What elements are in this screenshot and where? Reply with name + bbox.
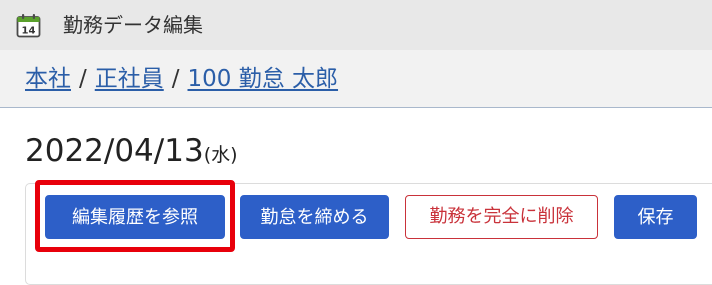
breadcrumb-item-employment-type[interactable]: 正社員 (95, 66, 164, 92)
record-date: 2022/04/13 (25, 133, 204, 169)
calendar-icon-day: 14 (22, 26, 36, 37)
save-button[interactable]: 保存 (614, 195, 697, 239)
calendar-icon: 14 (16, 14, 41, 38)
breadcrumb-separator: / (171, 66, 180, 92)
breadcrumb-separator: / (79, 66, 87, 92)
highlight-annotation (35, 180, 235, 252)
breadcrumb-item-employee[interactable]: 100 勤怠 太郎 (188, 66, 339, 92)
close-attendance-button[interactable]: 勤怠を締める (240, 195, 389, 239)
record-date-heading: 2022/04/13(水) (25, 131, 238, 171)
window-title: 勤務データ編集 (63, 13, 203, 37)
breadcrumb-bar: 本社 / 正社員 / 100 勤怠 太郎 (0, 50, 712, 108)
breadcrumb: 本社 / 正社員 / 100 勤怠 太郎 (25, 64, 338, 94)
title-bar: 14 勤務データ編集 (0, 0, 712, 50)
record-weekday: (水) (203, 144, 238, 166)
delete-record-button[interactable]: 勤務を完全に削除 (405, 195, 598, 239)
breadcrumb-item-company[interactable]: 本社 (25, 66, 71, 92)
